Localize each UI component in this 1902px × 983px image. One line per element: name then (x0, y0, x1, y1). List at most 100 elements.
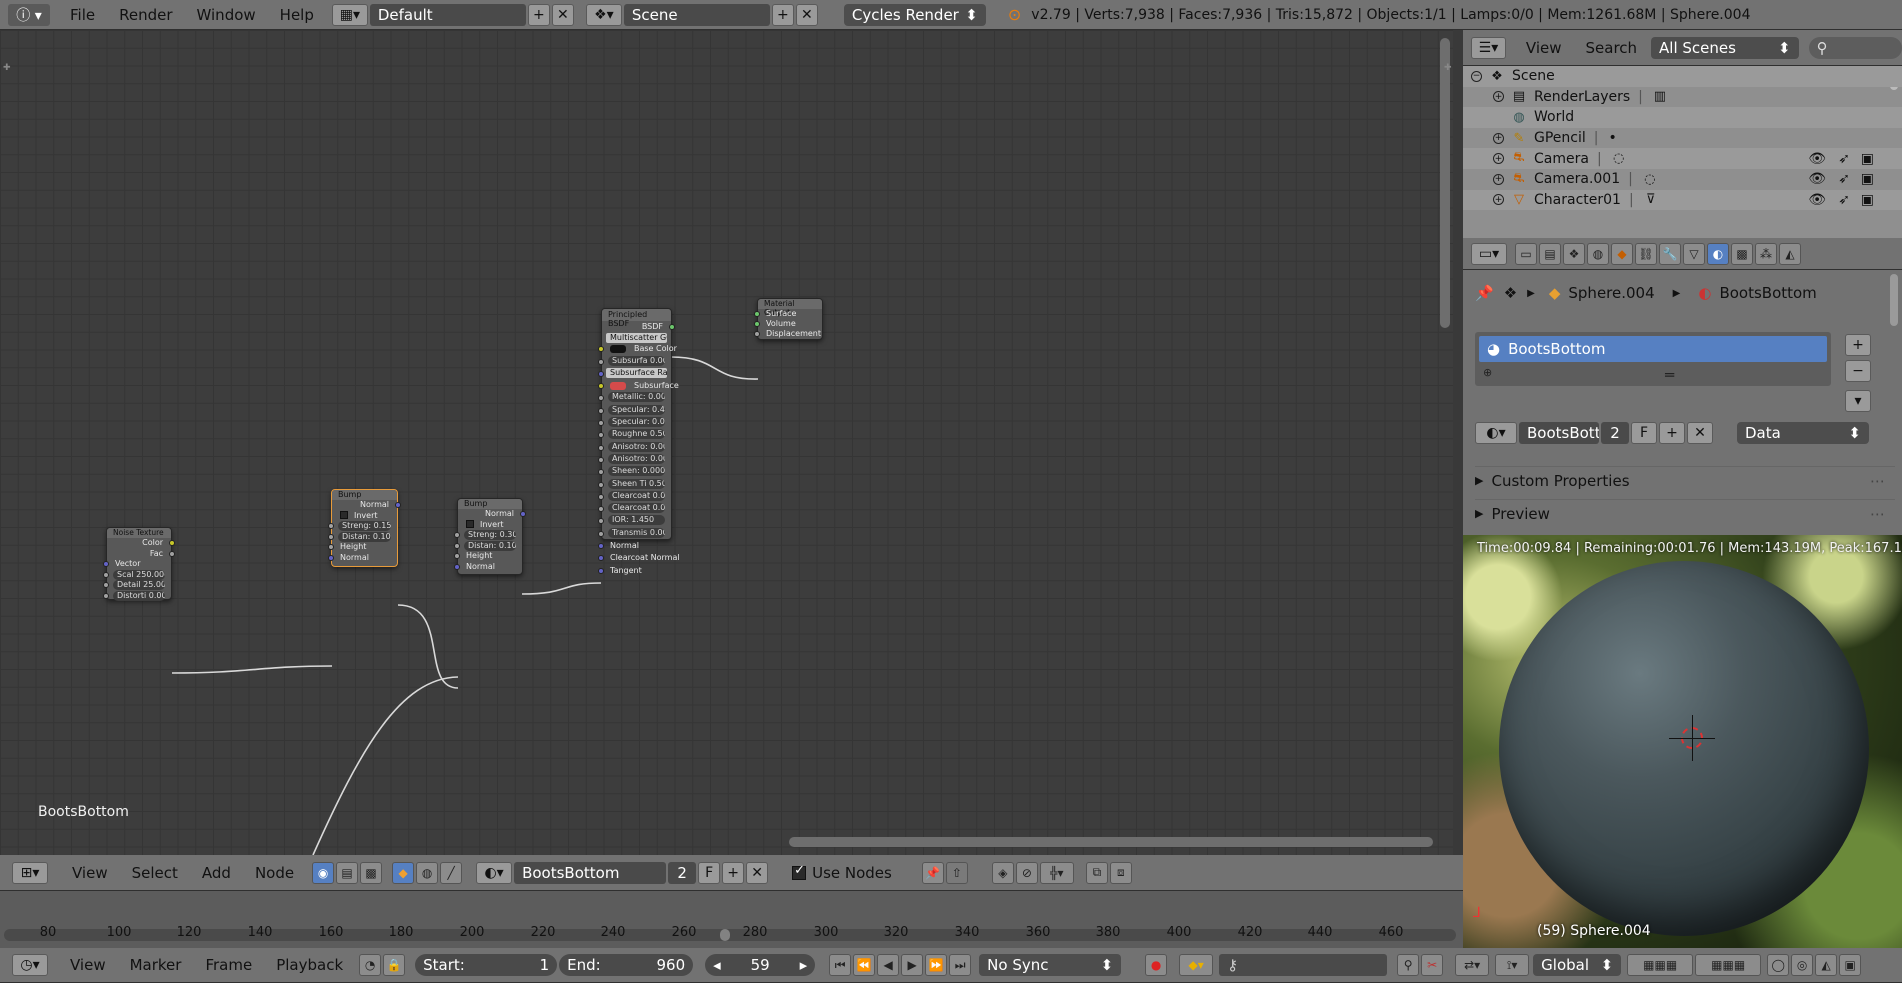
socket-dot[interactable] (454, 532, 460, 538)
remove-scene-button[interactable]: ✕ (795, 3, 818, 26)
display-mode-dropdown[interactable]: All Scenes ⬍ (1651, 36, 1799, 59)
node-material-output[interactable]: Material Output Surface Volume Displacem… (754, 298, 823, 340)
socket-dot[interactable] (598, 530, 604, 537)
snap-mode-icon[interactable]: ╬▾ (1039, 861, 1074, 884)
menu-search[interactable]: Search (1574, 39, 1650, 57)
visibility-eye-icon[interactable]: 👁 (1808, 151, 1826, 167)
menu-node[interactable]: Node (243, 864, 306, 882)
outliner-item-gpencil[interactable]: + ✎ GPencil | • (1463, 128, 1902, 149)
socket-dot[interactable] (169, 550, 175, 557)
socket-dot[interactable] (328, 533, 334, 540)
node-bump-2[interactable]: Bump Normal Invert Streng: 0.300 Distan:… (454, 498, 526, 575)
socket-dot[interactable] (598, 358, 604, 365)
selectable-cursor-icon[interactable]: ➶ (1838, 192, 1850, 208)
world-tab-icon[interactable]: ◍ (1587, 242, 1609, 265)
material-slot-list[interactable]: ◕ BootsBottom ═ ⊕ (1475, 332, 1831, 386)
input-subsurface[interactable]: Subsurfa 0.000 (598, 355, 671, 368)
object-shader-icon[interactable]: ◆ (392, 861, 415, 884)
invert-checkbox[interactable]: Invert (458, 520, 522, 531)
subsurface-color-swatch[interactable] (610, 381, 626, 390)
menu-view[interactable]: View (58, 956, 118, 974)
viewport-shading-icon[interactable]: ⇄▾ (1455, 954, 1490, 976)
socket-dot[interactable] (103, 592, 109, 599)
vertical-scrollbar[interactable] (1440, 38, 1450, 328)
unlink-material-button[interactable]: ✕ (1687, 422, 1713, 444)
material-users-field[interactable]: 2 (1601, 422, 1629, 444)
material-browse-icon[interactable]: ◐▾ (476, 861, 513, 884)
constraints-tab-icon[interactable]: ⛓ (1635, 242, 1657, 265)
node-editor-canvas[interactable]: ✚ Principled BSDF BSDF Multiscatter GGX … (0, 30, 1453, 855)
render-tab-icon[interactable]: ▭ (1515, 242, 1537, 265)
particles-tab-icon[interactable]: ⁂ (1755, 242, 1777, 265)
menu-render[interactable]: Render (107, 6, 184, 24)
editor-type-info-icon[interactable]: ⓘ ▾ (8, 3, 50, 26)
input-anisotropic-rotation[interactable]: Anisotro: 0.000 (598, 453, 671, 466)
input-metallic[interactable]: Metallic: 0.000 (598, 392, 671, 404)
panel-preview[interactable]: ▶ Preview ⋯ (1475, 499, 1895, 527)
socket-dot[interactable] (598, 469, 604, 476)
properties-scrollbar[interactable] (1890, 274, 1898, 326)
editor-type-timeline-icon[interactable]: ◷▾ (12, 954, 48, 976)
menu-file[interactable]: File (58, 6, 107, 24)
input-subsurface-color[interactable]: Subsurface (598, 380, 679, 392)
link-dropdown[interactable]: Data ⬍ (1737, 422, 1869, 444)
socket-dot[interactable] (598, 346, 604, 353)
input-specular[interactable]: Specular: 0.400 (598, 404, 671, 417)
menu-view[interactable]: View (60, 864, 120, 882)
lock-range-icon[interactable]: 🔒 (383, 954, 406, 976)
proportional-edit-icon[interactable]: ◎ (1791, 954, 1814, 976)
horizontal-scrollbar[interactable] (789, 837, 1433, 847)
outliner-search-input[interactable]: ⚲ (1808, 36, 1902, 59)
socket-dot[interactable] (598, 432, 604, 439)
outliner-item-camera[interactable]: + ⛐ Camera | ◌ 👁 ➶ ▣ (1463, 148, 1902, 169)
socket-dot[interactable] (598, 567, 604, 574)
unlink-material-button[interactable]: ✕ (746, 861, 769, 884)
socket-dot[interactable] (598, 493, 604, 500)
socket-dot[interactable] (169, 540, 175, 546)
copy-nodes-icon[interactable]: ⧉ (1085, 861, 1108, 884)
remove-slot-button[interactable]: − (1845, 360, 1871, 382)
socket-dot[interactable] (754, 331, 760, 337)
socket-dot[interactable] (598, 444, 604, 451)
add-scene-button[interactable]: + (771, 3, 794, 26)
socket-dot[interactable] (454, 553, 460, 559)
expand-icon[interactable]: + (1493, 132, 1504, 144)
scene-icon[interactable]: ❖▾ (585, 3, 622, 26)
input-sheen-tint[interactable]: Sheen Ti 0.500 (598, 478, 671, 491)
texture-tab-icon[interactable]: ▩ (1731, 242, 1753, 265)
orientation-dropdown[interactable]: Global ⬍ (1533, 954, 1622, 976)
layout-field[interactable]: Default (369, 3, 526, 26)
slot-specials-button[interactable]: ▾ (1845, 390, 1871, 412)
current-frame-marker[interactable] (720, 929, 730, 941)
invert-checkbox[interactable]: Invert (332, 511, 397, 522)
input-strength[interactable]: Streng: 0.300 (454, 530, 522, 541)
input-base-color[interactable]: Base Color (598, 343, 677, 355)
render-engine-dropdown[interactable]: Cycles Render ⬍ (843, 3, 986, 26)
render-still-icon[interactable]: ▣ (1839, 954, 1862, 976)
layer-buttons-2-icon[interactable]: ▦▦▦ (1695, 954, 1762, 976)
backdrop-icon[interactable]: ◈ (991, 861, 1014, 884)
shader-nodes-icon[interactable]: ◉ (312, 861, 335, 884)
socket-dot[interactable] (598, 456, 604, 463)
next-keyframe-icon[interactable]: ⏩ (925, 954, 948, 976)
socket-dot[interactable] (520, 511, 526, 517)
material-browse-icon[interactable]: ◐▾ (1475, 422, 1517, 444)
pin-icon[interactable]: 📌 (921, 861, 944, 884)
render-camera-icon[interactable]: ▣ (1861, 192, 1874, 208)
menu-window[interactable]: Window (185, 6, 268, 24)
visibility-eye-icon[interactable]: 👁 (1808, 171, 1826, 187)
scene-tab-icon[interactable]: ❖ (1563, 242, 1585, 265)
sync-mode-dropdown[interactable]: No Sync ⬍ (979, 954, 1122, 976)
socket-dot[interactable] (328, 544, 334, 550)
render-camera-icon[interactable]: ▣ (1861, 151, 1874, 167)
timeline-area[interactable]: 80 100 120 140 160 180 200 220 240 260 2… (0, 891, 1463, 948)
editor-type-properties-icon[interactable]: ▭▾ (1471, 242, 1507, 265)
use-nodes-checkbox[interactable]: ✓ (792, 863, 807, 880)
editor-type-node-icon[interactable]: ⊞▾ (12, 861, 48, 884)
expand-icon[interactable]: + (1493, 153, 1504, 165)
socket-dot[interactable] (754, 321, 760, 327)
menu-frame[interactable]: Frame (193, 956, 264, 974)
material-slot-item[interactable]: ◕ BootsBottom (1479, 336, 1827, 362)
render-camera-icon[interactable]: ▣ (1861, 171, 1874, 187)
material-users-field[interactable]: 2 (668, 861, 697, 884)
